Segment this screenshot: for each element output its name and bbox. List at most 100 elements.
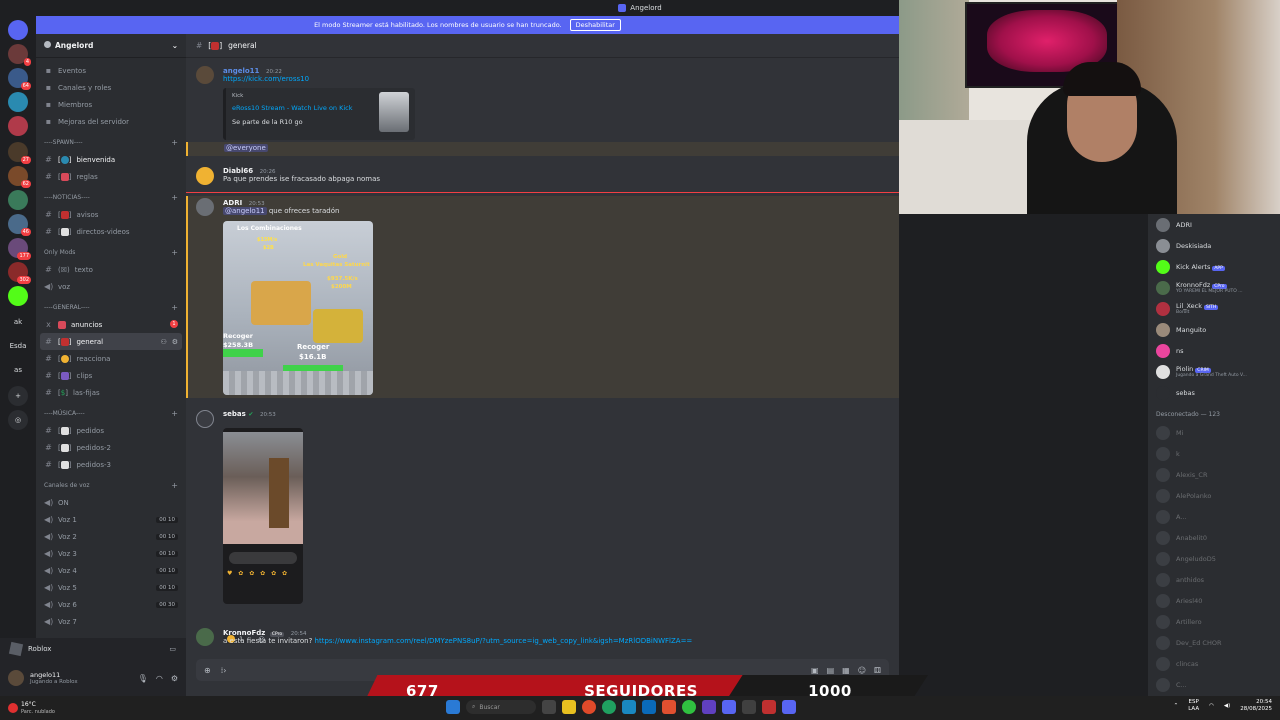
member-item-offline[interactable]: Artillero — [1148, 611, 1280, 632]
app-icon[interactable] — [622, 700, 636, 714]
voice-channel[interactable]: ◀) Voz 7 — [36, 613, 186, 630]
chevron-down-icon[interactable]: ⌄ — [172, 41, 178, 50]
server-icon[interactable]: 62 — [8, 166, 31, 188]
avatar[interactable] — [196, 628, 214, 646]
voice-channel[interactable]: ◀) Voz 4 00 10 — [36, 562, 186, 579]
message-link[interactable]: https://www.instagram.com/reel/DMYzePNS8… — [315, 637, 693, 645]
server-icon[interactable] — [8, 190, 28, 210]
member-item-offline[interactable]: anthidos — [1148, 569, 1280, 590]
member-item[interactable]: sebas — [1148, 382, 1280, 403]
avatar[interactable] — [196, 410, 214, 428]
embed-title[interactable]: eRoss10 Stream - Watch Live on Kick — [232, 104, 353, 112]
message-author[interactable]: sebas — [223, 410, 246, 418]
member-item[interactable]: KronnoFdz CPro YO YAREMI EL MEJOR PUTO ... — [1148, 277, 1280, 298]
edge-icon[interactable] — [602, 700, 616, 714]
channel-general[interactable]: #[] general ⚇ ⚙ — [40, 333, 182, 350]
gear-icon[interactable]: ⚙ — [172, 338, 178, 346]
member-item[interactable]: Kick Alerts APP — [1148, 256, 1280, 277]
avatar[interactable] — [196, 66, 214, 84]
member-item-offline[interactable]: Alexis_CR — [1148, 464, 1280, 485]
member-item-offline[interactable]: Mi — [1148, 422, 1280, 443]
voice-channel[interactable]: ◀) Voz 6 00 30 — [36, 596, 186, 613]
avatar[interactable] — [196, 198, 214, 216]
member-item[interactable]: Piolin CRIM Jugando a Grand Theft Auto V..… — [1148, 361, 1280, 382]
channel-avisos[interactable]: #[] avisos — [36, 206, 186, 223]
channel-las-fijas[interactable]: # [$] las-fijas — [36, 384, 186, 401]
channel-pedidos[interactable]: #[] pedidos — [36, 422, 186, 439]
server-icon[interactable]: ak — [8, 312, 28, 332]
voice-channel[interactable]: ◀) Voz 2 00 10 — [36, 528, 186, 545]
server-icon[interactable] — [8, 286, 28, 306]
obs-icon[interactable] — [662, 700, 676, 714]
add-channel-icon[interactable]: + — [171, 303, 178, 312]
category-voice[interactable]: Canales de voz + — [36, 477, 186, 494]
gift-icon[interactable]: ▣ — [811, 666, 819, 675]
avatar[interactable] — [196, 167, 214, 185]
category-general[interactable]: ----GENERAL---- + — [36, 299, 186, 316]
guild-nav-item[interactable]: ▪ Miembros — [36, 96, 186, 113]
voice-channel[interactable]: ◀) ON — [36, 494, 186, 511]
game-screenshot[interactable]: Los Combinaciones $15M/s $2B Gold Las Va… — [223, 221, 373, 395]
chevron-up-icon[interactable]: ⌃ — [1174, 703, 1179, 709]
message-link[interactable]: https://kick.com/eross10 — [223, 75, 309, 83]
screen-share-icon[interactable]: ▭ — [169, 645, 176, 653]
member-item-offline[interactable]: A... — [1148, 506, 1280, 527]
channel-reacciona[interactable]: #[] reacciona — [36, 350, 186, 367]
channel-bienvenida[interactable]: #[] bienvenida — [36, 151, 186, 168]
member-item-offline[interactable]: AlePolanko — [1148, 485, 1280, 506]
member-item[interactable]: Lil_Xeck SITH Borolt — [1148, 298, 1280, 319]
voice-channel[interactable]: ◀) Voz 5 00 10 — [36, 579, 186, 596]
server-icon[interactable] — [8, 20, 28, 40]
microphone-icon[interactable]: 🎙 — [138, 674, 148, 683]
guild-nav-item[interactable]: ▪ Canales y roles — [36, 79, 186, 96]
wifi-icon[interactable]: ◠ — [1209, 703, 1214, 709]
clock-time[interactable]: 20:54 — [1256, 699, 1272, 705]
message-input[interactable]: ⁞› — [221, 666, 801, 675]
channel-directos[interactable]: #[] directos-videos — [36, 223, 186, 240]
add-attachment-icon[interactable]: ⊕ — [204, 666, 211, 675]
member-item-offline[interactable]: Dev_Ed CHOR — [1148, 632, 1280, 653]
channel-anuncios[interactable]: x anuncios 1 — [36, 316, 186, 333]
category-only-mods[interactable]: Only Mods + — [36, 244, 186, 261]
add-channel-icon[interactable]: + — [171, 481, 178, 490]
sticker-icon[interactable]: ▦ — [842, 666, 850, 675]
channel-pedidos-2[interactable]: #[] pedidos-2 — [36, 439, 186, 456]
message-author[interactable]: ADRI — [223, 199, 242, 207]
voice-channel[interactable]: ◀) Voz 3 00 10 — [36, 545, 186, 562]
emoji-icon[interactable]: ☺ — [858, 666, 866, 675]
member-item[interactable]: Deskisiada — [1148, 235, 1280, 256]
server-icon[interactable]: 46 — [8, 214, 31, 236]
task-view-icon[interactable] — [542, 700, 556, 714]
store-icon[interactable] — [642, 700, 656, 714]
message-author[interactable]: angelo11 — [223, 67, 259, 75]
app-icon[interactable] — [782, 700, 796, 714]
twitch-icon[interactable] — [702, 700, 716, 714]
windows-start-icon[interactable] — [446, 700, 460, 714]
video-thumbnail[interactable]: ♥ ✿ ✿ ✿ ✿ ✿ — [223, 428, 303, 604]
member-item[interactable]: ns — [1148, 340, 1280, 361]
channel-texto[interactable]: # (☒) texto — [36, 261, 186, 278]
spotify-icon[interactable] — [682, 700, 696, 714]
server-icon[interactable]: 4 — [8, 44, 31, 66]
server-icon[interactable]: + — [8, 386, 28, 406]
discord-taskbar-icon[interactable] — [722, 700, 736, 714]
category-spawn[interactable]: ----SPAWN---- + — [36, 134, 186, 151]
user-mention[interactable]: @angelo11 — [223, 207, 267, 215]
member-item-offline[interactable]: k — [1148, 443, 1280, 464]
steam-icon[interactable] — [742, 700, 756, 714]
server-icon[interactable]: Esda — [8, 336, 28, 356]
server-icon[interactable]: 302 — [8, 262, 31, 284]
add-channel-icon[interactable]: + — [171, 248, 178, 257]
member-item-offline[interactable]: AngeludoD5 — [1148, 548, 1280, 569]
server-icon[interactable]: 177 — [8, 238, 31, 260]
invite-icon[interactable]: ⚇ — [160, 338, 166, 346]
member-item[interactable]: Manguito — [1148, 319, 1280, 340]
game-controller-icon[interactable]: ⚅ — [874, 666, 881, 675]
member-item[interactable]: ADRI — [1148, 214, 1280, 235]
language-indicator[interactable]: ESP — [1189, 699, 1199, 705]
gif-icon[interactable]: ▤ — [827, 666, 835, 675]
everyone-mention[interactable]: @everyone — [224, 144, 268, 152]
add-channel-icon[interactable]: + — [171, 409, 178, 418]
server-icon[interactable]: as — [8, 360, 28, 380]
member-item-offline[interactable]: Anabelit0 — [1148, 527, 1280, 548]
